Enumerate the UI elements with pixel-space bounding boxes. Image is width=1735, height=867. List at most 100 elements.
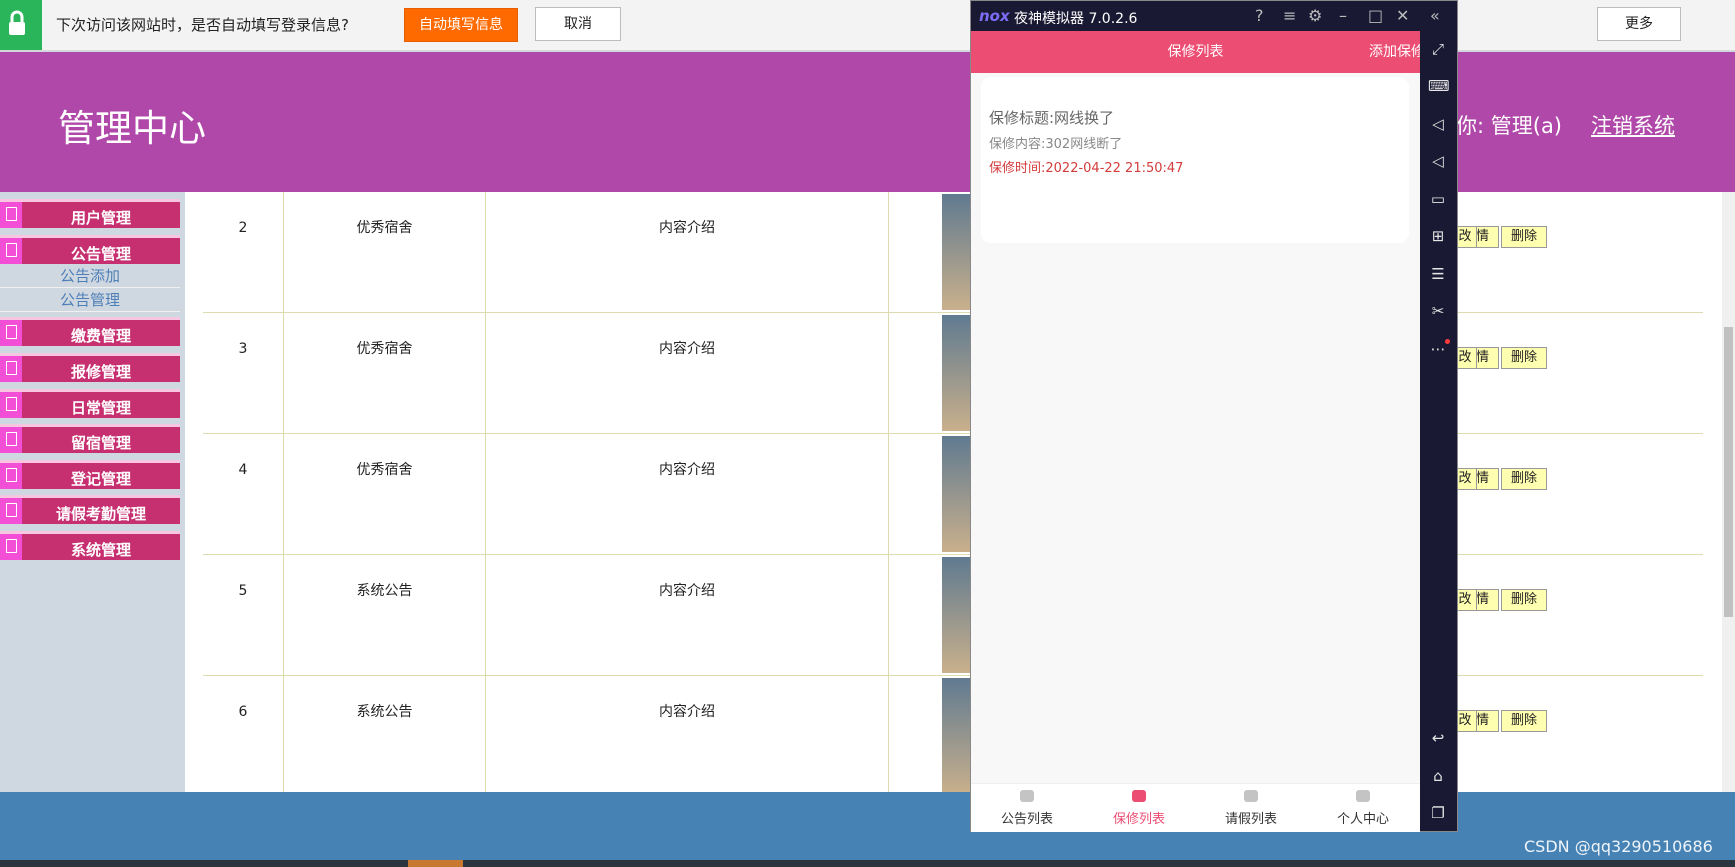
- sidebar-item-daily[interactable]: 日常管理: [0, 389, 180, 418]
- screen-icon[interactable]: ▭: [1428, 189, 1448, 209]
- taskbar-highlight: [408, 860, 463, 867]
- page-footer: [0, 792, 1735, 860]
- delete-button[interactable]: 删除: [1501, 589, 1547, 611]
- minimize-icon[interactable]: –: [1339, 6, 1347, 25]
- multi-instance-icon[interactable]: ☰: [1428, 264, 1448, 284]
- lock-icon: [0, 0, 42, 50]
- repair-card[interactable]: 保修标题:网线换了 保修内容:302网线断了 保修时间:2022-04-22 2…: [981, 77, 1409, 243]
- add-apk-icon[interactable]: ⊞: [1428, 226, 1448, 246]
- user-icon: [1356, 790, 1370, 802]
- sidebar-item-fees[interactable]: 缴费管理: [0, 317, 180, 346]
- cell-content: 内容介绍: [486, 555, 889, 675]
- sidebar-item-label: 报修管理: [70, 363, 131, 381]
- sidebar-subitem-manage-notice[interactable]: 公告管理: [0, 289, 180, 312]
- repair-time: 保修时间:2022-04-22 21:50:47: [989, 161, 1184, 176]
- app-title: 保修列表: [1167, 44, 1224, 60]
- repair-icon: [1132, 790, 1146, 802]
- volume-down-icon[interactable]: ◁: [1428, 151, 1448, 171]
- cell-id: 2: [203, 192, 284, 312]
- autofill-bar: 下次访问该网站时，是否自动填写登录信息? 自动填写信息 取消 更多: [0, 0, 1735, 51]
- table-row: 4 优秀宿舍 内容介绍 详情 删除: [203, 434, 1703, 555]
- fullscreen-icon[interactable]: ⤢: [1428, 39, 1448, 59]
- app-bar: 保修列表 添加保修: [971, 31, 1425, 73]
- cell-content: 内容介绍: [486, 676, 889, 796]
- sidebar-item-repairs[interactable]: 报修管理: [0, 353, 180, 382]
- sidebar-item-system[interactable]: 系统管理: [0, 531, 180, 560]
- home-icon[interactable]: ⌂: [1428, 766, 1448, 786]
- cell-title: 系统公告: [284, 555, 486, 675]
- tab-label: 个人中心: [1336, 812, 1389, 827]
- recent-apps-icon[interactable]: ❐: [1428, 803, 1448, 823]
- menu-icon[interactable]: ≡: [1283, 6, 1296, 25]
- tab-repairs[interactable]: 保修列表: [1083, 784, 1195, 832]
- notice-image: [942, 194, 970, 310]
- emulator-window: nox 夜神模拟器 7.0.2.6 ? ≡ ⚙ – □ ✕ « 保修列表 添加保…: [970, 0, 1458, 832]
- sidebar-item-label: 用户管理: [70, 209, 131, 227]
- autofill-confirm-button[interactable]: 自动填写信息: [404, 8, 518, 42]
- document-icon: [0, 534, 22, 560]
- table-row: 6 系统公告 内容介绍 详情 删除: [203, 676, 1703, 797]
- delete-button[interactable]: 删除: [1501, 710, 1547, 732]
- collapse-sidebar-icon[interactable]: «: [1430, 6, 1440, 25]
- gear-icon[interactable]: ⚙: [1308, 6, 1322, 25]
- sidebar-item-label: 请假考勤管理: [55, 505, 146, 523]
- table-row: 3 优秀宿舍 内容介绍 详情 删除: [203, 313, 1703, 434]
- cell-id: 4: [203, 434, 284, 554]
- volume-up-icon[interactable]: ◁: [1428, 114, 1448, 134]
- tab-profile[interactable]: 个人中心: [1307, 784, 1419, 832]
- cell-content: 内容介绍: [486, 313, 889, 433]
- cell-title: 优秀宿舍: [284, 192, 486, 312]
- delete-button[interactable]: 删除: [1501, 347, 1547, 369]
- sidebar-item-notices[interactable]: 公告管理: [0, 235, 180, 264]
- sidebar-item-leave[interactable]: 请假考勤管理: [0, 495, 180, 524]
- help-icon[interactable]: ?: [1255, 6, 1264, 25]
- welcome-text: 你: 管理(a): [1456, 114, 1563, 138]
- sidebar-item-overnight[interactable]: 留宿管理: [0, 424, 180, 453]
- sidebar-item-label: 日常管理: [70, 399, 131, 417]
- cell-content: 内容介绍: [486, 434, 889, 554]
- delete-button[interactable]: 删除: [1501, 468, 1547, 490]
- notice-image: [942, 557, 970, 673]
- notification-dot: [1445, 339, 1450, 344]
- home-icon: [1020, 790, 1034, 802]
- cell-title: 系统公告: [284, 676, 486, 796]
- sidebar-item-register[interactable]: 登记管理: [0, 460, 180, 489]
- notice-table: 2 优秀宿舍 内容介绍 详情 删除 3 优秀宿舍 内容介绍 详情 删除 4 优秀…: [203, 192, 1703, 797]
- page-title: 管理中心: [58, 107, 206, 150]
- document-icon: [0, 320, 22, 346]
- vertical-scrollbar[interactable]: [1722, 192, 1735, 792]
- autofill-cancel-button[interactable]: 取消: [535, 7, 621, 41]
- tab-leave[interactable]: 请假列表: [1195, 784, 1307, 832]
- maximize-icon[interactable]: □: [1368, 6, 1383, 25]
- more-button[interactable]: 更多: [1597, 7, 1681, 41]
- keyboard-icon[interactable]: ⌨: [1428, 76, 1450, 96]
- sidebar-item-label: 公告管理: [70, 245, 131, 263]
- sidebar-item-label: 登记管理: [70, 470, 131, 488]
- delete-button[interactable]: 删除: [1501, 226, 1547, 248]
- close-icon[interactable]: ✕: [1396, 6, 1409, 25]
- logout-link[interactable]: 注销系统: [1591, 110, 1675, 140]
- back-icon[interactable]: ↩: [1428, 728, 1448, 748]
- notice-image: [942, 678, 970, 794]
- sidebar-item-label: 留宿管理: [70, 434, 131, 452]
- sidebar-item-users[interactable]: 用户管理: [0, 199, 180, 228]
- scissors-icon[interactable]: ✂: [1428, 301, 1448, 321]
- emulator-name: 夜神模拟器 7.0.2.6: [1014, 11, 1138, 27]
- add-repair-button[interactable]: 添加保修: [1369, 31, 1425, 73]
- sidebar: 用户管理 公告管理 公告添加 公告管理 缴费管理 报修管理 日常管理 留宿管理 …: [0, 192, 185, 792]
- grad-cap-icon: [1244, 790, 1258, 802]
- autofill-message: 下次访问该网站时，是否自动填写登录信息?: [56, 16, 349, 34]
- emulator-logo: nox: [979, 7, 1010, 25]
- cell-content: 内容介绍: [486, 192, 889, 312]
- scrollbar-thumb[interactable]: [1724, 327, 1733, 617]
- tab-notices[interactable]: 公告列表: [971, 784, 1083, 832]
- sidebar-subitem-add-notice[interactable]: 公告添加: [0, 265, 180, 288]
- emulator-titlebar: nox 夜神模拟器 7.0.2.6 ? ≡ ⚙ – □ ✕ «: [971, 1, 1457, 31]
- cell-title: 优秀宿舍: [284, 434, 486, 554]
- taskbar-strip: [0, 860, 1735, 867]
- tab-bar: 公告列表 保修列表 请假列表 个人中心: [971, 783, 1420, 832]
- document-icon: [0, 392, 22, 418]
- document-icon: [0, 356, 22, 382]
- tab-label: 公告列表: [1000, 812, 1053, 827]
- cell-title: 优秀宿舍: [284, 313, 486, 433]
